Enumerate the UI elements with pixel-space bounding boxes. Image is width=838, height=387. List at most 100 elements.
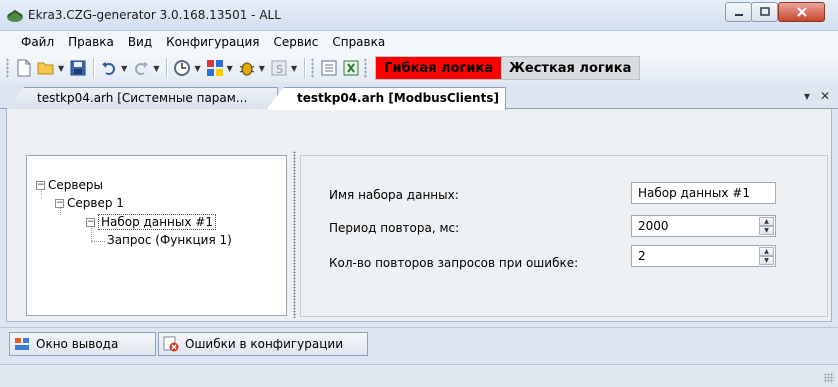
period-label: Период повтора, мс: xyxy=(329,221,460,235)
redo-icon xyxy=(135,62,149,75)
config-error-icon xyxy=(163,336,179,352)
bottom-tab-strip: Окно вывода Ошибки в конфигурации xyxy=(0,327,838,359)
bug-icon xyxy=(239,62,255,76)
list-button[interactable] xyxy=(319,58,339,78)
spin-up-icon[interactable]: ▲ xyxy=(759,217,774,226)
tree-node-label: Набор данных #1 xyxy=(98,214,216,230)
retries-label: Кол-во повторов запросов при ошибке: xyxy=(329,256,579,270)
svg-text:S: S xyxy=(276,63,283,76)
properties-panel: Имя набора данных: Набор данных #1 Перио… xyxy=(300,155,828,317)
tree-node-request[interactable]: Запрос (Функция 1) xyxy=(107,233,232,247)
hard-logic-button[interactable]: Жесткая логика xyxy=(501,57,639,79)
tab-label: Ошибки в конфигурации xyxy=(185,337,344,351)
timer-button[interactable] xyxy=(172,58,192,78)
diagram-icon xyxy=(206,60,223,76)
clock-icon xyxy=(174,60,191,76)
menu-file[interactable]: Файл xyxy=(14,35,61,49)
toolbar-grip[interactable] xyxy=(364,58,368,78)
resize-grip[interactable] xyxy=(824,373,834,383)
undo-icon xyxy=(102,62,116,75)
redo-dropdown-icon[interactable]: ▼ xyxy=(153,64,159,73)
tab-modbus-clients[interactable]: testkp04.arh [ModbusClients] xyxy=(266,87,506,110)
tree-connector xyxy=(91,241,105,242)
script-icon: S xyxy=(271,60,287,76)
dataset-name-input[interactable]: Набор данных #1 xyxy=(631,182,776,204)
open-folder-icon xyxy=(37,62,54,75)
open-dropdown-icon[interactable]: ▼ xyxy=(58,64,64,73)
debug-dropdown-icon[interactable]: ▼ xyxy=(259,64,265,73)
menu-edit[interactable]: Правка xyxy=(61,35,121,49)
spin-down-icon[interactable]: ▼ xyxy=(759,226,774,235)
undo-dropdown-icon[interactable]: ▼ xyxy=(121,64,127,73)
title-bar: Ekra3.CZG-generator 3.0.168.13501 - ALL xyxy=(0,0,838,31)
undo-button[interactable] xyxy=(99,58,119,78)
script-button[interactable]: S xyxy=(269,58,289,78)
tree-node-server-1[interactable]: − Сервер 1 xyxy=(55,196,124,210)
timer-dropdown-icon[interactable]: ▼ xyxy=(194,64,200,73)
tab-list-dropdown-icon[interactable]: ▾ xyxy=(804,89,810,103)
toolbar-separator xyxy=(304,58,306,78)
tab-config-errors[interactable]: Ошибки в конфигурации xyxy=(158,332,368,356)
minimize-icon xyxy=(734,14,743,16)
diagram-dropdown-icon[interactable]: ▼ xyxy=(227,64,233,73)
diagram-button[interactable] xyxy=(205,58,225,78)
toolbar-separator xyxy=(93,58,95,78)
menu-bar: Файл Правка Вид Конфигурация Сервис Спра… xyxy=(0,31,838,53)
document-tab-strip: testkp04.arh [Системные парам... testkp0… xyxy=(0,83,838,110)
toolbar-grip[interactable] xyxy=(311,58,315,78)
retries-spinner[interactable]: 2 ▲ ▼ xyxy=(631,245,776,267)
redo-button[interactable] xyxy=(131,58,151,78)
menu-view[interactable]: Вид xyxy=(121,35,159,49)
collapse-icon[interactable]: − xyxy=(36,180,45,190)
collapse-icon[interactable]: − xyxy=(55,198,64,208)
tree-node-dataset[interactable]: − Набор данных #1 xyxy=(86,214,216,230)
close-button[interactable] xyxy=(778,2,825,22)
dataset-name-value: Набор данных #1 xyxy=(638,186,750,200)
tree-node-label: Серверы xyxy=(48,178,103,192)
period-spin-buttons: ▲ ▼ xyxy=(759,217,774,235)
output-window-icon xyxy=(15,338,29,350)
spin-down-icon[interactable]: ▼ xyxy=(759,256,774,265)
app-icon xyxy=(7,9,23,22)
tree-node-label: Запрос (Функция 1) xyxy=(107,233,232,247)
debug-button[interactable] xyxy=(237,58,257,78)
retries-spin-buttons: ▲ ▼ xyxy=(759,247,774,265)
period-spinner[interactable]: 2000 ▲ ▼ xyxy=(631,215,776,237)
collapse-icon[interactable]: − xyxy=(86,217,95,227)
tab-system-params[interactable]: testkp04.arh [Системные парам... xyxy=(6,87,278,109)
tree-node-label: Сервер 1 xyxy=(67,196,124,210)
script-dropdown-icon[interactable]: ▼ xyxy=(291,64,297,73)
dataset-name-label: Имя набора данных: xyxy=(329,188,459,202)
excel-icon xyxy=(343,60,359,76)
list-icon xyxy=(321,60,337,76)
spin-up-icon[interactable]: ▲ xyxy=(759,247,774,256)
save-button[interactable] xyxy=(68,58,88,78)
tree-node-servers[interactable]: − Серверы xyxy=(36,178,103,192)
period-value: 2000 xyxy=(638,219,669,233)
menu-service[interactable]: Сервис xyxy=(266,35,325,49)
tree-view[interactable]: − Серверы − Сервер 1 − Набор данных #1 З… xyxy=(26,155,287,316)
menu-configuration[interactable]: Конфигурация xyxy=(159,35,266,49)
maximize-button[interactable] xyxy=(751,2,778,22)
tab-label: Окно вывода xyxy=(36,337,119,351)
toolbar-separator xyxy=(166,58,168,78)
retries-value: 2 xyxy=(638,249,646,263)
menu-help[interactable]: Справка xyxy=(325,35,392,49)
new-file-button[interactable] xyxy=(14,58,34,78)
tab-close-icon[interactable]: ✕ xyxy=(820,89,830,103)
toolbar-grip[interactable] xyxy=(6,58,9,78)
window-title: Ekra3.CZG-generator 3.0.168.13501 - ALL xyxy=(28,8,281,22)
flexible-logic-button[interactable]: Гибкая логика xyxy=(376,57,501,79)
open-file-button[interactable] xyxy=(36,58,56,78)
excel-button[interactable] xyxy=(341,58,361,78)
save-icon xyxy=(70,60,86,76)
toolbar: ▼ ▼ ▼ ▼ ▼ ▼ S ▼ Гибкая логика Жесткая ло… xyxy=(0,53,838,83)
panel-splitter[interactable] xyxy=(293,151,296,318)
logic-mode-switch: Гибкая логика Жесткая логика xyxy=(375,56,641,80)
close-icon xyxy=(796,7,807,17)
maximize-icon xyxy=(759,7,770,16)
minimize-button[interactable] xyxy=(725,2,752,22)
status-bar xyxy=(0,364,838,387)
new-file-icon xyxy=(17,59,31,77)
tab-output-window[interactable]: Окно вывода xyxy=(9,332,156,356)
